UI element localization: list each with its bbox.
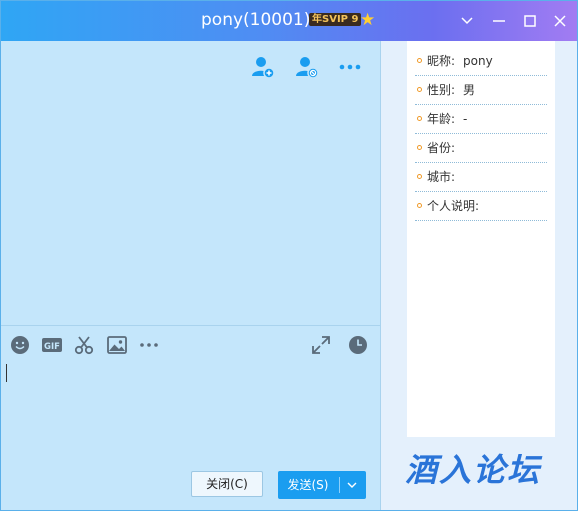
profile-label: 省份: — [427, 141, 456, 155]
watermark-logo: 酒入论坛 — [405, 451, 542, 489]
profile-row-gender: 性别: 男 — [415, 76, 547, 105]
bullet-icon — [417, 116, 422, 121]
profile-label: 城市: — [427, 170, 456, 184]
minimize-icon[interactable] — [488, 10, 510, 32]
close-button[interactable]: 关闭(C) — [191, 471, 263, 497]
block-user-icon[interactable] — [294, 54, 320, 80]
profile-value: 男 — [463, 83, 476, 97]
send-button-separator — [339, 477, 340, 493]
profile-value: pony — [463, 54, 493, 68]
message-input[interactable] — [6, 364, 7, 382]
emoji-icon[interactable] — [9, 334, 31, 356]
expand-icon[interactable] — [310, 334, 332, 356]
svg-text:GIF: GIF — [44, 342, 60, 352]
bullet-icon — [417, 174, 422, 179]
profile-row-province: 省份: — [415, 134, 547, 163]
vip-badge[interactable]: 年SVIP 9 — [309, 13, 362, 26]
profile-label: 个人说明: — [427, 199, 480, 213]
add-friend-icon[interactable] — [250, 54, 276, 80]
chat-panel: GIF 关闭(C) 发送(S) — [1, 41, 380, 510]
bullet-icon — [417, 87, 422, 92]
profile-value: - — [463, 112, 468, 126]
title-bar[interactable]: pony(10001) 年SVIP 9 ★ — [1, 1, 577, 41]
profile-row-nickname: 昵称: pony — [415, 47, 547, 76]
gif-icon[interactable]: GIF — [41, 334, 63, 356]
more-icon[interactable] — [337, 54, 363, 80]
profile-label: 昵称: — [427, 54, 456, 68]
profile-row-age: 年龄: - — [415, 105, 547, 134]
maximize-icon[interactable] — [519, 10, 541, 32]
input-divider — [1, 325, 380, 326]
scissors-icon[interactable] — [73, 334, 95, 356]
profile-label: 年龄: — [427, 112, 456, 126]
profile-row-bio: 个人说明: — [415, 192, 547, 221]
chevron-down-icon[interactable] — [343, 476, 361, 494]
send-button-label[interactable]: 发送(S) — [278, 471, 338, 499]
profile-sidebar: 昵称: pony 性别: 男 年龄: - 省份: 城市: 个人说明: 酒入论坛 — [381, 41, 577, 510]
profile-label: 性别: — [427, 83, 456, 97]
bullet-icon — [417, 145, 422, 150]
profile-row-city: 城市: — [415, 163, 547, 192]
send-button[interactable]: 发送(S) — [278, 471, 366, 499]
bullet-icon — [417, 203, 422, 208]
chevron-down-icon[interactable] — [456, 10, 478, 32]
star-icon[interactable]: ★ — [360, 10, 375, 30]
history-clock-icon[interactable] — [347, 334, 369, 356]
chat-window: pony(10001) 年SVIP 9 ★ GIF 关闭(C) 发送(S) 昵称… — [0, 0, 578, 511]
window-title: pony(10001) — [201, 10, 311, 30]
image-icon[interactable] — [106, 334, 128, 356]
bullet-icon — [417, 58, 422, 63]
more-tools-icon[interactable] — [138, 334, 160, 356]
profile-card: 昵称: pony 性别: 男 年龄: - 省份: 城市: 个人说明: — [407, 41, 555, 437]
close-icon[interactable] — [549, 10, 571, 32]
